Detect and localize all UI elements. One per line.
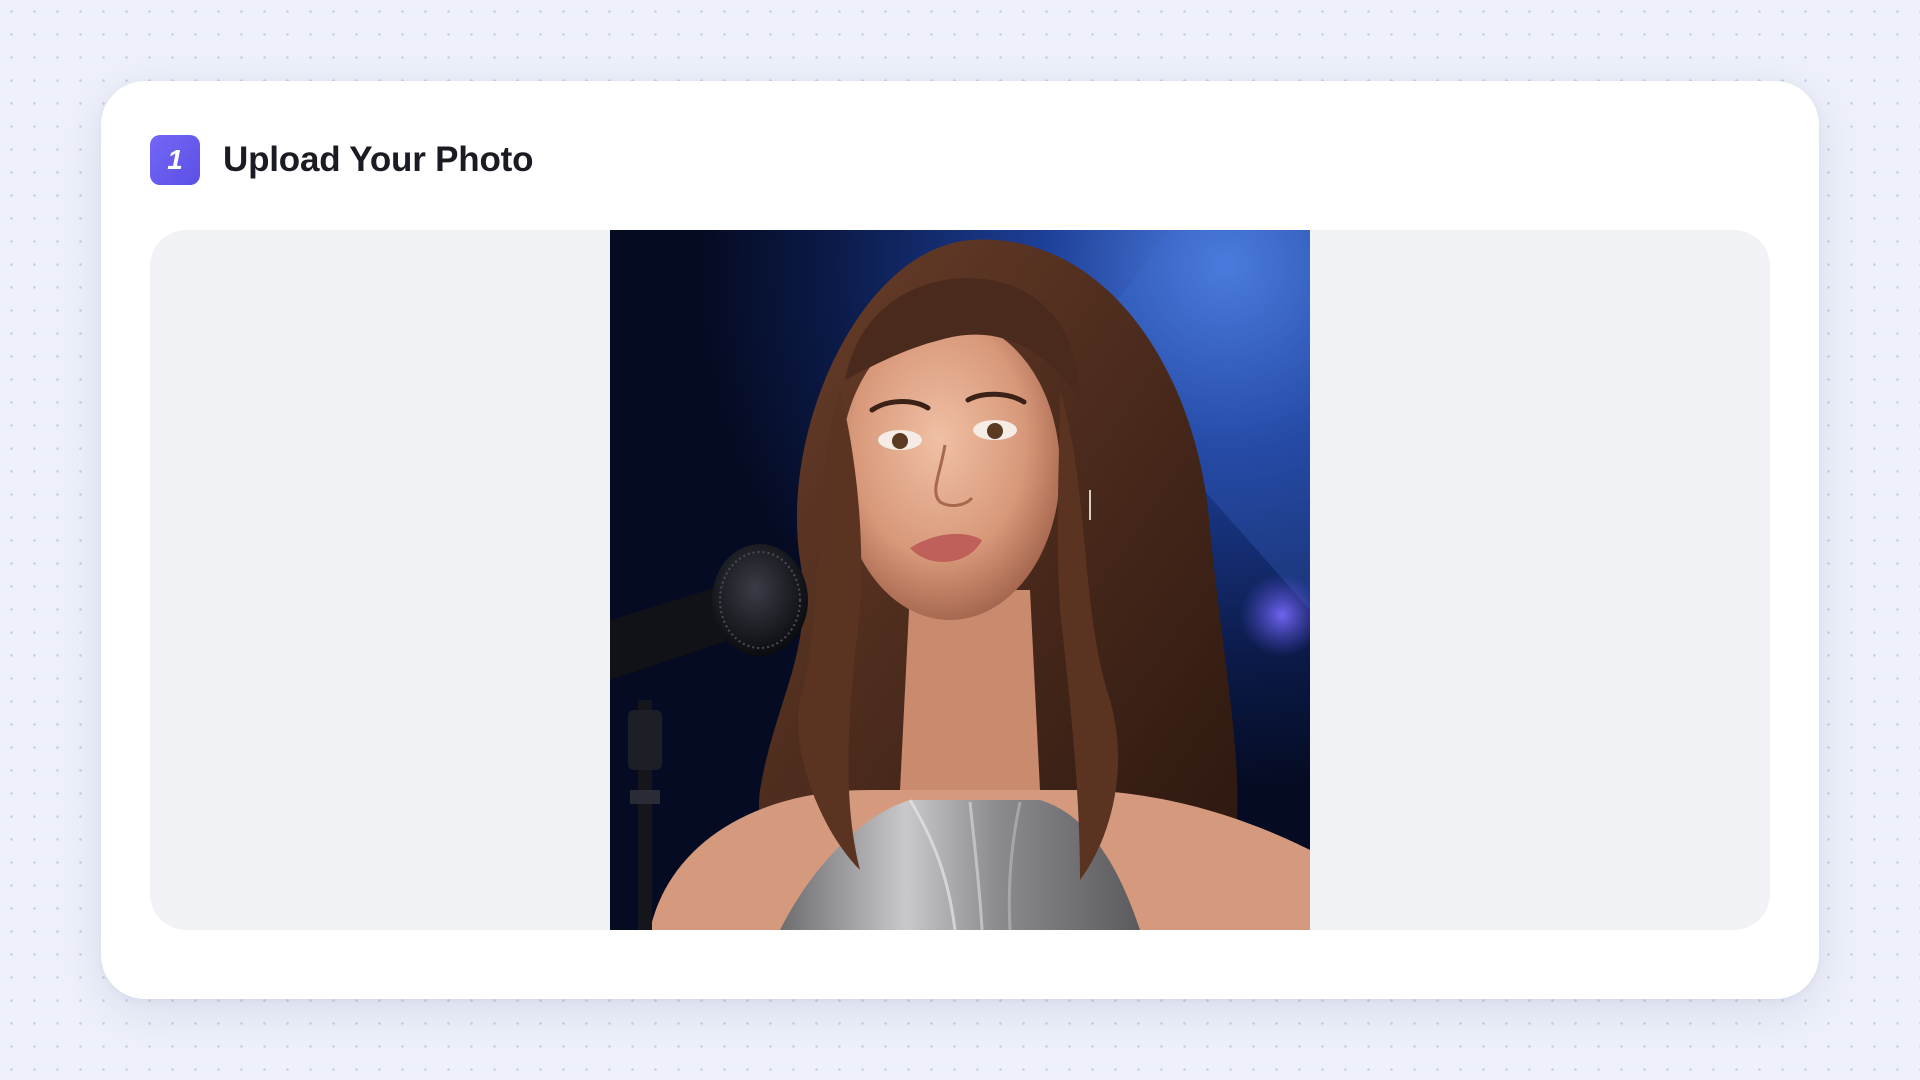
step-title: Upload Your Photo [223,140,534,179]
uploaded-photo[interactable] [610,230,1310,930]
photo-upload-dropzone[interactable] [150,230,1770,930]
upload-step-card: 1 Upload Your Photo [101,81,1819,999]
step-header: 1 Upload Your Photo [150,135,533,185]
step-number-badge: 1 [150,135,200,185]
photo-illustration [610,230,1310,930]
